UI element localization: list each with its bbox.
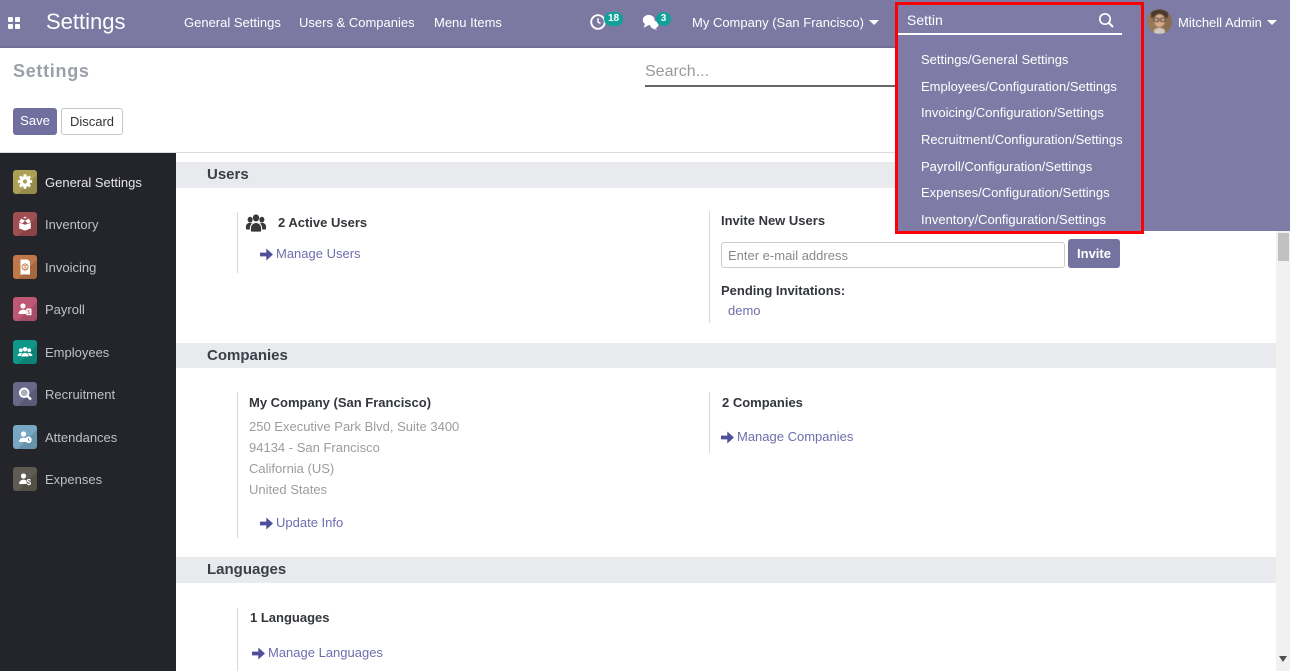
svg-text:$: $ xyxy=(27,478,32,487)
svg-text:$: $ xyxy=(23,264,27,271)
svg-text:$: $ xyxy=(27,310,30,316)
